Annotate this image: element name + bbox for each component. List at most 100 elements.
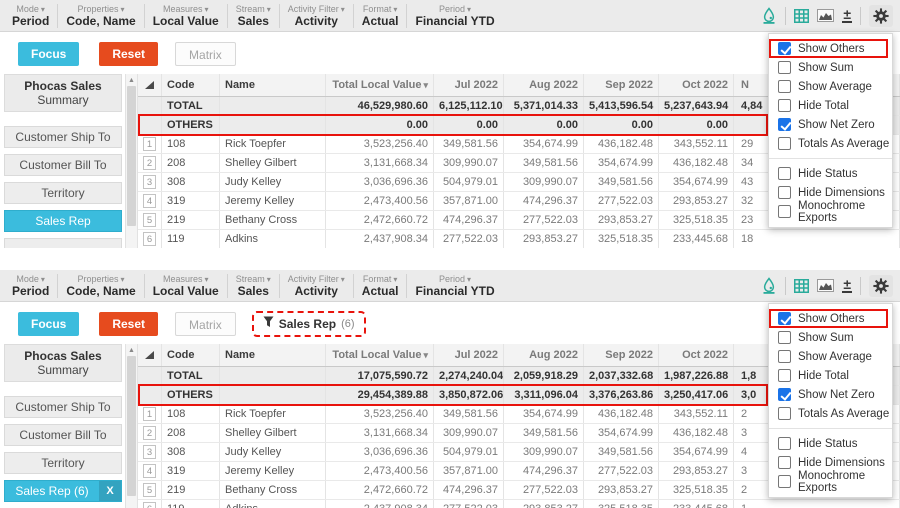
database-summary[interactable]: Phocas Sales Summary	[4, 344, 122, 382]
sidebar-item-partial[interactable]	[4, 238, 122, 248]
row-number-cell[interactable]: 3	[138, 443, 162, 461]
value-cell[interactable]: 2,059,918.29	[504, 367, 584, 385]
row-select-cell[interactable]	[138, 97, 162, 115]
name-cell[interactable]: Shelley Gilbert	[220, 424, 326, 442]
value-cell[interactable]: 354,674.99	[504, 135, 584, 153]
value-cell[interactable]: 233,445.68	[659, 230, 734, 248]
value-cell[interactable]: 277,522.03	[504, 211, 584, 229]
column-header-oct-2022[interactable]: Oct 2022	[659, 344, 734, 366]
reset-button[interactable]: Reset	[99, 42, 158, 66]
ink-drop-icon[interactable]	[761, 5, 777, 27]
name-cell[interactable]: Adkins	[220, 500, 326, 508]
value-cell[interactable]: 5,237,643.94	[659, 97, 734, 115]
column-header-oct-2022[interactable]: Oct 2022	[659, 74, 734, 96]
row-number-cell[interactable]: 3	[138, 173, 162, 191]
column-header-code[interactable]: Code	[162, 74, 220, 96]
grid-icon[interactable]	[794, 5, 809, 27]
value-cell[interactable]: 3,036,696.36	[326, 173, 434, 191]
toolbar-selector-stream[interactable]: Stream▾Sales	[228, 274, 279, 298]
value-cell[interactable]: 309,990.07	[434, 424, 504, 442]
toolbar-selector-stream[interactable]: Stream▾Sales	[228, 4, 279, 28]
value-cell[interactable]: 0.00	[326, 116, 434, 134]
toolbar-selector-activity-filter[interactable]: Activity Filter▾Activity	[280, 4, 353, 28]
value-cell[interactable]: 436,182.48	[659, 154, 734, 172]
value-cell[interactable]: 3,523,256.40	[326, 135, 434, 153]
vertical-scrollbar[interactable]: ▲	[125, 344, 138, 508]
row-label-cell[interactable]: TOTAL	[162, 367, 220, 385]
column-header-jul-2022[interactable]: Jul 2022	[434, 344, 504, 366]
toolbar-selector-properties[interactable]: Properties▾Code, Name	[58, 274, 143, 298]
row-number-cell[interactable]: 1	[138, 135, 162, 153]
value-cell[interactable]: 2,472,660.72	[326, 211, 434, 229]
code-cell[interactable]: 108	[162, 405, 220, 423]
menu-item-hide-total[interactable]: Hide Total	[769, 96, 892, 115]
value-cell[interactable]: 0.00	[504, 116, 584, 134]
value-cell[interactable]: 46,529,980.60	[326, 97, 434, 115]
toolbar-selector-format[interactable]: Format▾Actual	[354, 4, 407, 28]
filter-chip-sales-rep[interactable]: Sales Rep (6)	[252, 311, 366, 337]
value-cell[interactable]: 17,075,590.72	[326, 367, 434, 385]
row-select-cell[interactable]	[138, 367, 162, 385]
name-cell[interactable]: Jeremy Kelley	[220, 462, 326, 480]
name-cell[interactable]: Shelley Gilbert	[220, 154, 326, 172]
row-label-cell[interactable]: TOTAL	[162, 97, 220, 115]
value-cell[interactable]: 354,674.99	[584, 424, 659, 442]
toolbar-selector-properties[interactable]: Properties▾Code, Name	[58, 4, 143, 28]
value-cell[interactable]: 354,674.99	[584, 154, 659, 172]
reset-button[interactable]: Reset	[99, 312, 158, 336]
row-number-cell[interactable]: 5	[138, 481, 162, 499]
value-cell[interactable]: 325,518.35	[659, 211, 734, 229]
sidebar-item-customer-ship-to[interactable]: Customer Ship To	[4, 396, 122, 418]
menu-item-hide-status[interactable]: Hide Status	[769, 434, 892, 453]
scroll-up-icon[interactable]: ▲	[128, 74, 135, 86]
value-cell[interactable]: 504,979.01	[434, 173, 504, 191]
value-cell[interactable]: 474,296.37	[504, 462, 584, 480]
code-cell[interactable]: 308	[162, 173, 220, 191]
value-cell[interactable]: 504,979.01	[434, 443, 504, 461]
row-number-cell[interactable]: 2	[138, 424, 162, 442]
value-cell[interactable]: 293,853.27	[659, 462, 734, 480]
menu-item-hide-status[interactable]: Hide Status	[769, 164, 892, 183]
value-cell[interactable]: 293,853.27	[659, 192, 734, 210]
value-cell[interactable]: 3,850,872.06	[434, 386, 504, 404]
menu-item-show-others[interactable]: Show Others	[769, 309, 888, 328]
sidebar-item-customer-ship-to[interactable]: Customer Ship To	[4, 126, 122, 148]
column-header-sep-2022[interactable]: Sep 2022	[584, 74, 659, 96]
value-cell[interactable]: 349,581.56	[434, 135, 504, 153]
value-cell[interactable]: 5,371,014.33	[504, 97, 584, 115]
focus-button[interactable]: Focus	[18, 312, 79, 336]
value-cell[interactable]: 357,871.00	[434, 462, 504, 480]
menu-item-monochrome-exports[interactable]: Monochrome Exports	[769, 472, 892, 491]
value-cell[interactable]: 277,522.03	[434, 230, 504, 248]
value-cell[interactable]: 474,296.37	[434, 481, 504, 499]
grid-icon[interactable]	[794, 275, 809, 297]
toolbar-selector-period[interactable]: Period▾Financial YTD	[407, 274, 502, 298]
value-cell[interactable]: 233,445.68	[659, 500, 734, 508]
value-cell[interactable]: 277,522.03	[584, 192, 659, 210]
row-select-cell[interactable]	[138, 386, 162, 404]
row-number-cell[interactable]: 4	[138, 462, 162, 480]
vertical-scrollbar[interactable]: ▲	[125, 74, 138, 248]
value-cell[interactable]: 354,674.99	[659, 443, 734, 461]
value-cell[interactable]: 5,413,596.54	[584, 97, 659, 115]
menu-item-show-net-zero[interactable]: Show Net Zero	[769, 385, 892, 404]
row-select-cell[interactable]	[138, 116, 162, 134]
column-header-name[interactable]: Name	[220, 74, 326, 96]
name-cell[interactable]: Bethany Cross	[220, 481, 326, 499]
value-cell[interactable]: 277,522.03	[434, 500, 504, 508]
value-cell[interactable]: 343,552.11	[659, 135, 734, 153]
row-number-cell[interactable]: 6	[138, 500, 162, 508]
chart-icon[interactable]	[817, 275, 834, 297]
gear-icon[interactable]	[869, 275, 893, 297]
toolbar-selector-mode[interactable]: Mode▾Period	[4, 4, 57, 28]
value-cell[interactable]: 3,131,668.34	[326, 424, 434, 442]
value-cell[interactable]: 2,472,660.72	[326, 481, 434, 499]
row-number-cell[interactable]: 5	[138, 211, 162, 229]
gear-icon[interactable]	[869, 5, 893, 27]
value-cell[interactable]: 2,037,332.68	[584, 367, 659, 385]
column-header-aug-2022[interactable]: Aug 2022	[504, 344, 584, 366]
value-cell[interactable]: 2,274,240.04	[434, 367, 504, 385]
value-cell[interactable]: 0.00	[584, 116, 659, 134]
column-header-jul-2022[interactable]: Jul 2022	[434, 74, 504, 96]
scroll-thumb[interactable]	[127, 86, 136, 226]
